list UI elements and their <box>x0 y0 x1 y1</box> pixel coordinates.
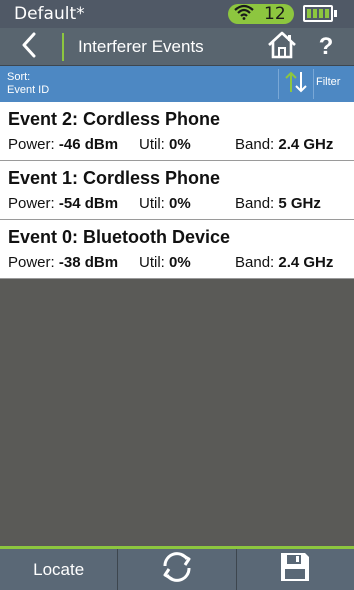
refresh-button[interactable] <box>118 549 237 590</box>
wifi-status-badge: 12 <box>228 4 294 24</box>
event-band: Band: 2.4 GHz <box>235 136 334 153</box>
wifi-count: 12 <box>264 4 286 24</box>
event-row[interactable]: Event 0: Bluetooth Device Power: -38 dBm… <box>0 220 354 279</box>
event-util: Util: 0% <box>139 136 191 153</box>
event-band: Band: 2.4 GHz <box>235 254 334 271</box>
sort-value: Event ID <box>7 84 50 96</box>
back-button[interactable] <box>14 32 44 62</box>
sort-direction-toggle[interactable] <box>278 69 314 99</box>
event-power: Power: -54 dBm <box>8 195 119 212</box>
event-row[interactable]: Event 1: Cordless Phone Power: -54 dBm U… <box>0 161 354 220</box>
question-mark-icon: ? <box>318 33 334 60</box>
help-button[interactable]: ? <box>312 31 340 63</box>
event-band: Band: 5 GHz <box>235 195 321 212</box>
sort-bar: Sort: Event ID Filter <box>0 66 354 102</box>
home-button[interactable] <box>266 31 298 63</box>
event-util: Util: 0% <box>139 254 191 271</box>
page-title: Interferer Events <box>78 37 204 56</box>
chevron-left-icon <box>21 32 37 63</box>
locate-button[interactable]: Locate <box>0 549 119 590</box>
event-title: Event 2: Cordless Phone <box>8 109 221 129</box>
sort-arrows-icon <box>283 70 309 99</box>
home-icon <box>267 31 297 64</box>
title-divider <box>62 33 64 61</box>
status-bar: Default* 12 <box>0 0 354 28</box>
event-list: Event 2: Cordless Phone Power: -46 dBm U… <box>0 102 354 279</box>
wifi-icon <box>234 4 254 25</box>
sort-label-block[interactable]: Sort: Event ID <box>7 71 49 97</box>
filter-button[interactable]: Filter <box>316 76 340 88</box>
sort-label: Sort: <box>7 71 31 83</box>
event-title: Event 1: Cordless Phone <box>8 168 221 188</box>
save-icon <box>279 551 311 588</box>
event-util: Util: 0% <box>139 195 191 212</box>
save-button[interactable] <box>237 549 354 590</box>
title-bar: Interferer Events ? <box>0 28 354 66</box>
refresh-icon <box>159 550 195 589</box>
profile-name: Default* <box>14 4 85 24</box>
bottom-toolbar: Locate <box>0 546 354 590</box>
event-title: Event 0: Bluetooth Device <box>8 227 231 247</box>
locate-label: Locate <box>33 559 85 579</box>
battery-tip <box>334 10 337 17</box>
event-row[interactable]: Event 2: Cordless Phone Power: -46 dBm U… <box>0 102 354 161</box>
event-power: Power: -38 dBm <box>8 254 119 271</box>
event-power: Power: -46 dBm <box>8 136 119 153</box>
battery-icon <box>303 5 333 22</box>
